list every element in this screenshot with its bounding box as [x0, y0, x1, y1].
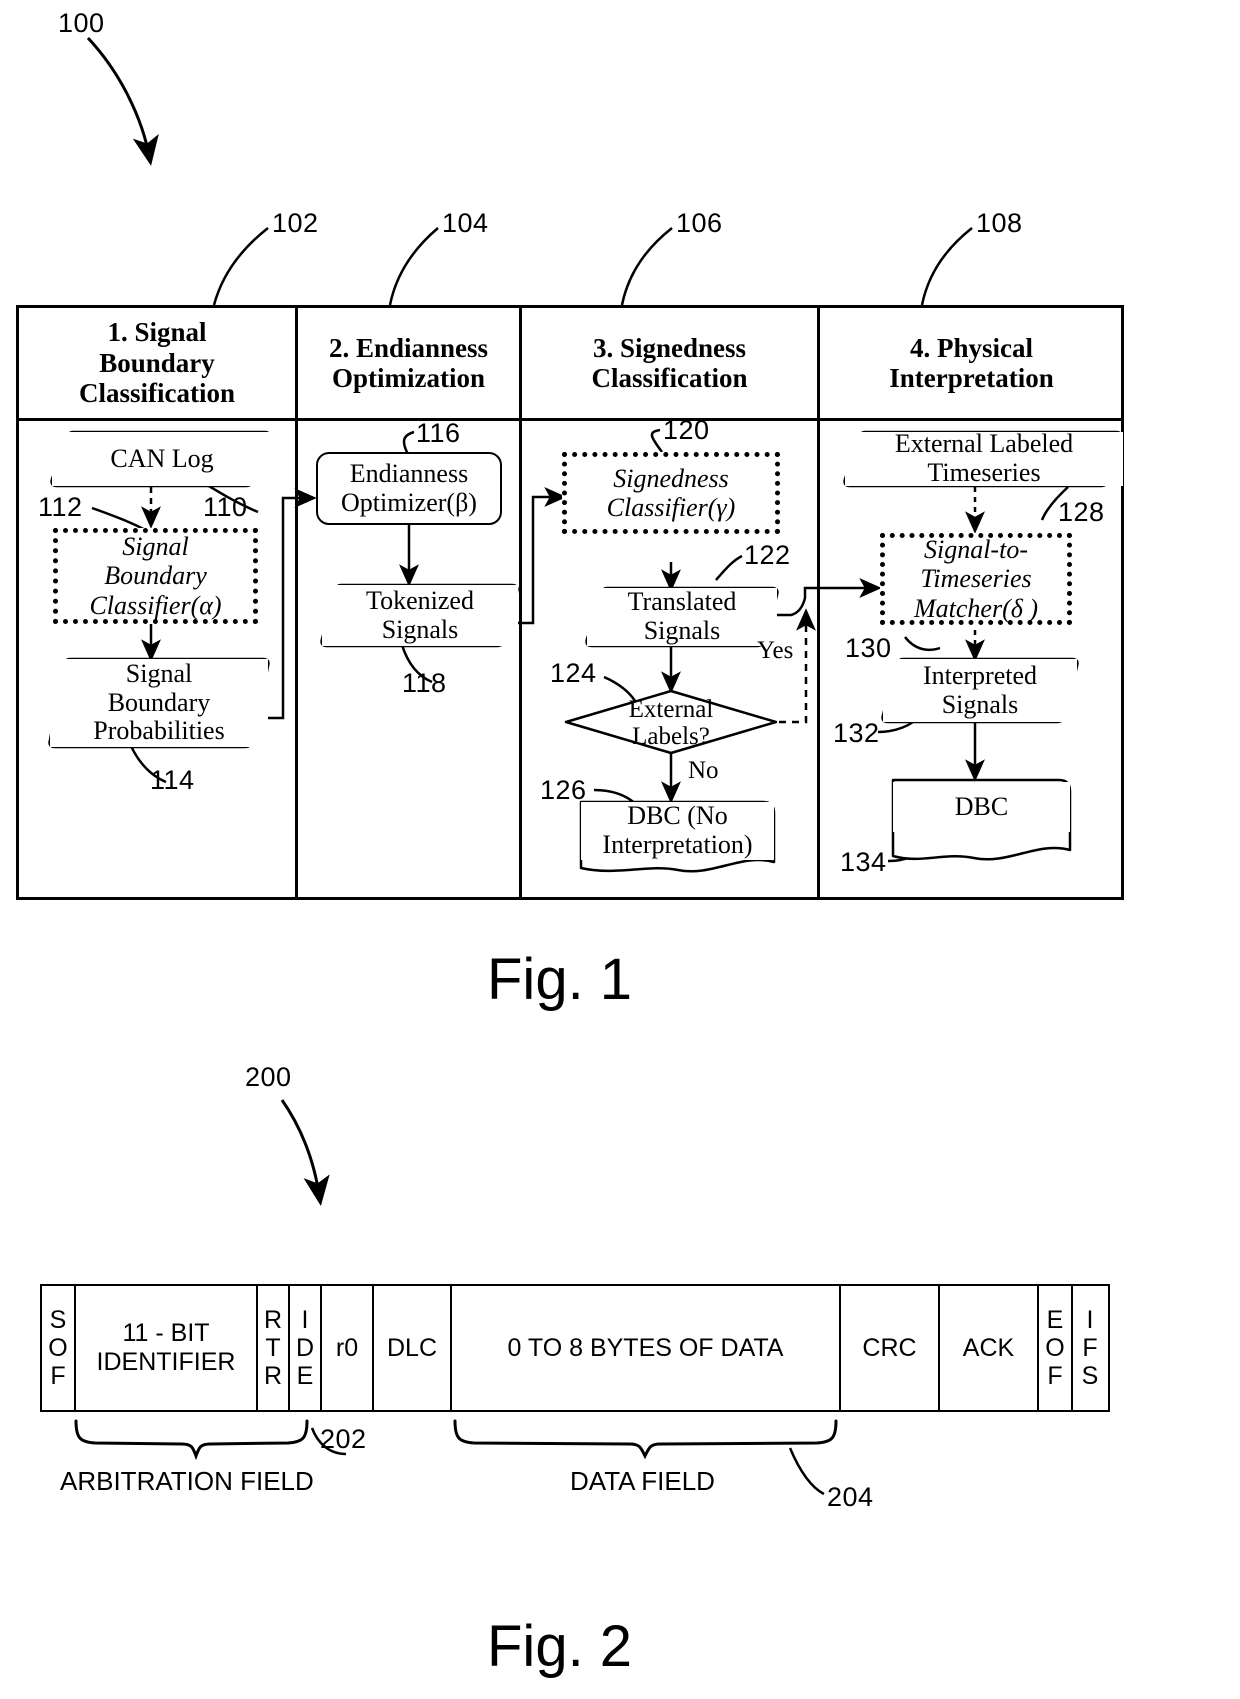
can-field-label: RTR [263, 1306, 283, 1390]
node-dbc-no-interpretation: DBC (No Interpretation) [581, 802, 774, 860]
ref-200: 200 [245, 1062, 292, 1092]
node-external-labels-decision-label: External Labels? [628, 695, 714, 751]
node-can-log: CAN Log [52, 432, 272, 486]
can-field-1: 11 - BIT IDENTIFIER [76, 1286, 258, 1410]
node-can-log-label: CAN Log [110, 443, 214, 473]
node-signal-to-timeseries-matcher: Signal-to- Timeseries Matcher(δ ) [880, 533, 1072, 625]
node-signal-boundary-probabilities: Signal Boundary Probabilities [50, 659, 268, 747]
node-interpreted-signals-label: Interpreted Signals [922, 660, 1038, 719]
arbitration-field-label: ARBITRATION FIELD [60, 1466, 314, 1496]
can-field-7: CRC [841, 1286, 940, 1410]
fig1-caption: Fig. 1 [487, 947, 633, 1012]
can-field-label: 11 - BIT IDENTIFIER [96, 1319, 236, 1376]
can-field-0: SOF [42, 1286, 76, 1410]
node-external-labeled-timeseries: External Labeled Timeseries [845, 429, 1123, 487]
ref-118: 118 [402, 668, 447, 698]
node-endianness-optimizer-label: Endianness Optimizer(β) [341, 458, 477, 517]
column-title-3: 3. Signedness Classification [591, 332, 748, 394]
ref-120: 120 [663, 415, 710, 445]
ref-128: 128 [1058, 497, 1105, 527]
node-dbc-label: DBC [954, 791, 1009, 821]
ref-106: 106 [676, 208, 723, 238]
can-field-10: IFS [1073, 1286, 1107, 1410]
ref-132: 132 [833, 718, 880, 748]
ref-122: 122 [744, 540, 791, 570]
can-field-4: r0 [322, 1286, 374, 1410]
ref-204: 204 [827, 1482, 874, 1512]
edge-label-yes: Yes [757, 637, 794, 664]
node-signal-boundary-classifier: Signal Boundary Classifier(α) [53, 528, 258, 624]
can-field-label: IFS [1081, 1306, 1099, 1390]
node-signal-boundary-probabilities-label: Signal Boundary Probabilities [93, 659, 225, 746]
can-frame-diagram: S O F 11 - BIT IDENTIFIER R T R I D E r0 DLC 0 TO 8 B… [40, 1284, 1110, 1412]
ref-134: 134 [840, 847, 887, 877]
ref-102: 102 [272, 208, 319, 238]
edge-label-no: No [688, 757, 719, 784]
can-field-8: ACK [940, 1286, 1039, 1410]
header-rule [19, 418, 1121, 421]
patent-drawing-sheet: 100 102 104 106 108 1. Signal Boundary Cla… [0, 0, 1240, 1699]
can-field-5: DLC [374, 1286, 452, 1410]
can-field-label: ACK [962, 1333, 1015, 1362]
node-signedness-classifier: Signedness Classifier(γ) [562, 452, 780, 534]
node-signal-boundary-classifier-label: Signal Boundary Classifier(α) [89, 532, 222, 620]
can-field-label: SOF [48, 1306, 68, 1390]
ref-126: 126 [540, 775, 587, 805]
node-translated-signals-label: Translated Signals [627, 587, 737, 645]
node-signal-to-timeseries-matcher-label: Signal-to- Timeseries Matcher(δ ) [914, 535, 1038, 623]
fig2-caption: Fig. 2 [487, 1614, 633, 1679]
ref-202: 202 [320, 1424, 367, 1454]
node-tokenized-signals: Tokenized Signals [322, 585, 518, 646]
ref-116: 116 [416, 418, 461, 448]
can-field-label: IDE [295, 1306, 315, 1390]
can-field-label: CRC [862, 1333, 917, 1362]
node-tokenized-signals-label: Tokenized Signals [366, 585, 474, 644]
node-signedness-classifier-label: Signedness Classifier(γ) [606, 463, 736, 522]
node-external-labeled-timeseries-label: External Labeled Timeseries [894, 429, 1074, 487]
node-interpreted-signals: Interpreted Signals [883, 659, 1077, 722]
can-field-label: r0 [335, 1333, 359, 1362]
can-field-2: RTR [258, 1286, 290, 1410]
ref-124: 124 [550, 658, 597, 688]
ref-114: 114 [150, 765, 195, 795]
can-field-label: EOF [1045, 1306, 1065, 1390]
node-external-labels-decision: External Labels? [601, 695, 741, 751]
node-endianness-optimizer: Endianness Optimizer(β) [316, 452, 502, 525]
ref-110: 110 [203, 492, 248, 522]
ref-108: 108 [976, 208, 1023, 238]
can-field-label: 0 TO 8 BYTES OF DATA [507, 1333, 784, 1362]
can-field-3: IDE [290, 1286, 322, 1410]
can-field-9: EOF [1039, 1286, 1073, 1410]
can-field-label: DLC [386, 1333, 437, 1362]
ref-104: 104 [442, 208, 489, 238]
node-translated-signals: Translated Signals [587, 588, 777, 646]
ref-100: 100 [58, 8, 105, 38]
can-field-6: 0 TO 8 BYTES OF DATA [452, 1286, 841, 1410]
column-title-4: 4. Physical Interpretation [889, 332, 1054, 394]
column-title-1: 1. Signal Boundary Classification [78, 317, 235, 409]
ref-112: 112 [38, 492, 83, 522]
data-field-label: DATA FIELD [570, 1466, 715, 1496]
node-dbc-no-interpretation-label: DBC (No Interpretation) [602, 801, 753, 859]
column-title-2: 2. Endianness Optimization [328, 332, 489, 394]
node-dbc: DBC [893, 782, 1070, 832]
